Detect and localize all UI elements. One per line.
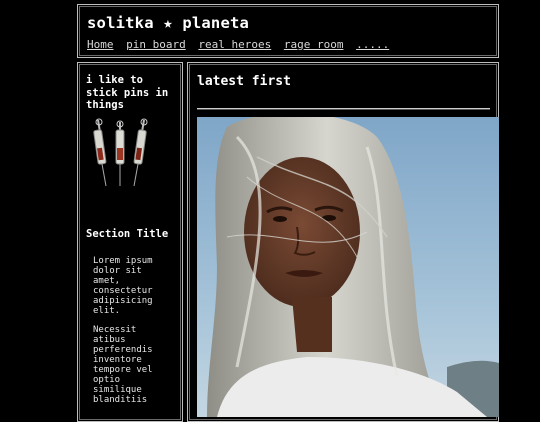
nav-link-home[interactable]: Home: [87, 38, 114, 51]
sidebar-paragraph: Lorem ipsum dolor sit amet, consectetur …: [93, 255, 153, 316]
nav-link-real-heroes[interactable]: real heroes: [198, 38, 271, 51]
post-heading: latest first: [197, 74, 291, 89]
syringe-icon: [93, 118, 107, 186]
sidebar-paragraph: Necessit atibus perferendis inventore te…: [93, 324, 153, 405]
main-content: latest first: [187, 62, 499, 422]
site-title: solitka ★ planeta: [87, 14, 250, 32]
syringe-icon: [115, 120, 125, 186]
section-title: Section Title: [86, 227, 169, 240]
syringe-icon: [133, 118, 148, 186]
sidebar-heading: i like to stick pins in things: [86, 74, 169, 111]
nav-link-more[interactable]: .....: [356, 38, 389, 51]
site-header: solitka ★ planeta Home pin board real he…: [77, 4, 499, 58]
portrait-photo: [197, 117, 499, 417]
divider: [197, 108, 490, 109]
main-nav: Home pin board real heroes rage room ...…: [87, 38, 489, 51]
syringes-image: [93, 118, 148, 186]
nav-link-rage-room[interactable]: rage room: [284, 38, 344, 51]
nav-link-pin-board[interactable]: pin board: [126, 38, 186, 51]
sidebar: i like to stick pins in things Section T…: [77, 62, 183, 422]
